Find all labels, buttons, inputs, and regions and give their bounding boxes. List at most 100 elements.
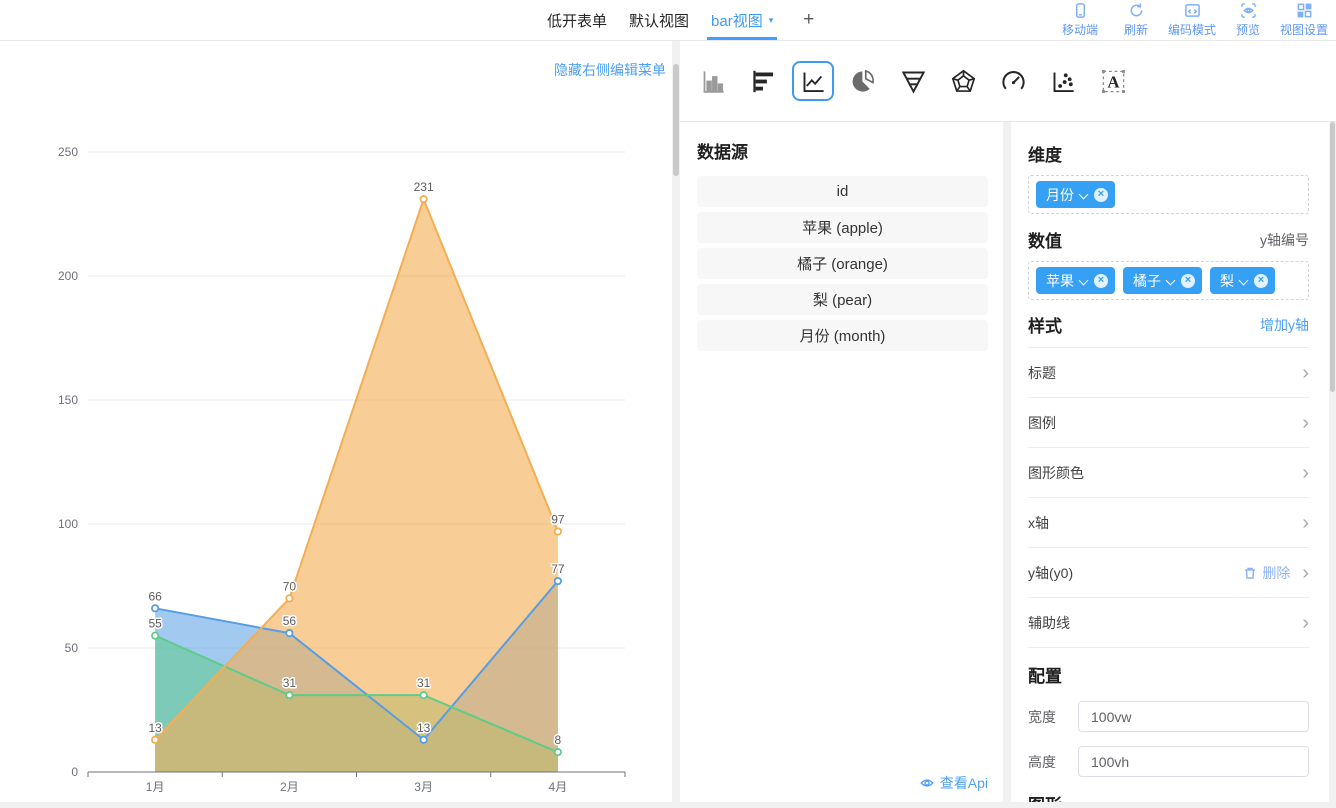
chart-preview-panel: 隐藏右侧编辑菜单 0501001502002501月2月3月4月66561377… [0, 41, 672, 807]
chevron-right-icon: › [1302, 513, 1309, 533]
config-title: 配置 [1028, 662, 1309, 687]
svg-text:150: 150 [58, 393, 78, 407]
area-line-chart: 0501001502002501月2月3月4月66561377553131813… [0, 41, 672, 807]
svg-text:13: 13 [417, 721, 431, 735]
field-item-id[interactable]: id [697, 176, 988, 207]
add-y-axis-link[interactable]: 增加y轴 [1260, 315, 1309, 335]
view-tabs: 低开表单 默认视图 bar视图 ▾ + [545, 0, 814, 40]
chart-type-bar[interactable] [692, 61, 734, 101]
height-input[interactable] [1078, 746, 1309, 777]
height-label: 高度 [1028, 752, 1070, 772]
remove-tag-icon[interactable]: × [1254, 274, 1268, 288]
chart-type-scatter[interactable] [1042, 61, 1084, 101]
config-panel: 维度 月份 × 数值 y轴编号 苹果 × [1011, 122, 1329, 807]
svg-text:77: 77 [551, 562, 565, 576]
preview-button[interactable]: 预览 [1220, 2, 1276, 38]
svg-text:2月: 2月 [280, 780, 299, 794]
chart-type-gauge[interactable] [992, 61, 1034, 101]
tab-bar-view[interactable]: bar视图 ▾ [709, 0, 775, 40]
tab-label: bar视图 [711, 10, 763, 31]
dimension-tag-month[interactable]: 月份 × [1036, 181, 1115, 208]
svg-text:100: 100 [58, 517, 78, 531]
svg-text:1月: 1月 [146, 780, 165, 794]
value-title: 数值 [1028, 227, 1062, 252]
chart-panel-scrollbar[interactable] [672, 41, 680, 807]
scatter-chart-icon [1050, 68, 1077, 95]
tab-low-code-form[interactable]: 低开表单 [545, 0, 609, 40]
remove-tag-icon[interactable]: × [1181, 274, 1195, 288]
caret-down-icon[interactable] [1167, 275, 1175, 283]
chart-type-pie[interactable] [842, 61, 884, 101]
chart-type-horizontal-bar[interactable] [742, 61, 784, 101]
horizontal-bar-chart-icon [750, 68, 777, 95]
style-row-y-axis[interactable]: y轴(y0) 删除 › [1028, 548, 1309, 598]
trash-icon [1243, 566, 1257, 580]
svg-text:66: 66 [148, 589, 162, 603]
data-source-title: 数据源 [697, 138, 988, 163]
svg-text:31: 31 [283, 676, 297, 690]
field-item-month[interactable]: 月份 (month) [697, 320, 988, 351]
view-settings-icon [1296, 2, 1313, 19]
chevron-right-icon: › [1302, 413, 1309, 433]
style-row-legend[interactable]: 图例 › [1028, 398, 1309, 448]
style-row-colors[interactable]: 图形颜色 › [1028, 448, 1309, 498]
view-settings-button[interactable]: 视图设置 [1276, 2, 1332, 38]
data-source-panel: 数据源 id 苹果 (apple) 橘子 (orange) 梨 (pear) 月… [680, 122, 1003, 807]
pie-chart-icon [850, 68, 877, 95]
value-tag-pear[interactable]: 梨 × [1210, 267, 1275, 294]
caret-down-icon[interactable] [1080, 275, 1088, 283]
svg-text:50: 50 [65, 641, 79, 655]
style-row-x-axis[interactable]: x轴 › [1028, 498, 1309, 548]
preview-icon [1240, 2, 1257, 19]
mobile-button[interactable]: 移动端 [1052, 2, 1108, 38]
value-tag-apple[interactable]: 苹果 × [1036, 267, 1115, 294]
text-chart-icon: A [1100, 68, 1127, 95]
style-row-title[interactable]: 标题 › [1028, 348, 1309, 398]
chart-type-line[interactable] [792, 61, 834, 101]
field-item-orange[interactable]: 橘子 (orange) [697, 248, 988, 279]
chevron-right-icon: › [1302, 613, 1309, 633]
delete-y-axis-button[interactable]: 删除 [1243, 563, 1290, 583]
chart-type-text[interactable]: A [1092, 61, 1134, 101]
data-panel-scrollbar[interactable] [1003, 122, 1011, 807]
view-api-link[interactable]: 查看Api [697, 773, 988, 793]
svg-text:200: 200 [58, 269, 78, 283]
remove-tag-icon[interactable]: × [1094, 274, 1108, 288]
caret-down-icon[interactable] [1080, 189, 1088, 197]
active-tab-underline [707, 37, 777, 40]
chevron-right-icon: › [1302, 463, 1309, 483]
svg-text:31: 31 [417, 676, 431, 690]
width-input[interactable] [1078, 701, 1309, 732]
horizontal-scrollbar[interactable] [0, 802, 1336, 808]
chart-type-funnel[interactable] [892, 61, 934, 101]
field-item-pear[interactable]: 梨 (pear) [697, 284, 988, 315]
style-title: 样式 [1028, 312, 1062, 337]
eye-icon [919, 775, 935, 791]
style-list: 标题 › 图例 › 图形颜色 › x轴 › [1028, 347, 1309, 648]
height-row: 高度 [1028, 746, 1309, 777]
add-view-button[interactable]: + [803, 0, 814, 40]
main-area: 隐藏右侧编辑菜单 0501001502002501月2月3月4月66561377… [0, 41, 1336, 807]
scrollbar-thumb[interactable] [1330, 122, 1335, 392]
value-tag-orange[interactable]: 橘子 × [1123, 267, 1202, 294]
chart-type-radar[interactable] [942, 61, 984, 101]
dimension-dropzone[interactable]: 月份 × [1028, 175, 1309, 214]
editor-panels: 数据源 id 苹果 (apple) 橘子 (orange) 梨 (pear) 月… [680, 122, 1336, 807]
svg-text:0: 0 [71, 765, 78, 779]
code-mode-button[interactable]: 编码模式 [1164, 2, 1220, 38]
caret-down-icon[interactable] [1240, 275, 1248, 283]
bar-chart-icon [700, 68, 727, 95]
tab-default-view[interactable]: 默认视图 [627, 0, 691, 40]
config-panel-scrollbar[interactable] [1329, 122, 1336, 807]
code-mode-icon [1184, 2, 1201, 19]
gauge-chart-icon [1000, 68, 1027, 95]
value-dropzone[interactable]: 苹果 × 橘子 × 梨 × [1028, 261, 1309, 300]
style-row-guideline[interactable]: 辅助线 › [1028, 598, 1309, 648]
remove-tag-icon[interactable]: × [1094, 188, 1108, 202]
scrollbar-thumb[interactable] [673, 64, 679, 176]
field-item-apple[interactable]: 苹果 (apple) [697, 212, 988, 243]
radar-chart-icon [950, 68, 977, 95]
chevron-right-icon: › [1302, 563, 1309, 583]
width-label: 宽度 [1028, 707, 1070, 727]
refresh-button[interactable]: 刷新 [1108, 2, 1164, 38]
